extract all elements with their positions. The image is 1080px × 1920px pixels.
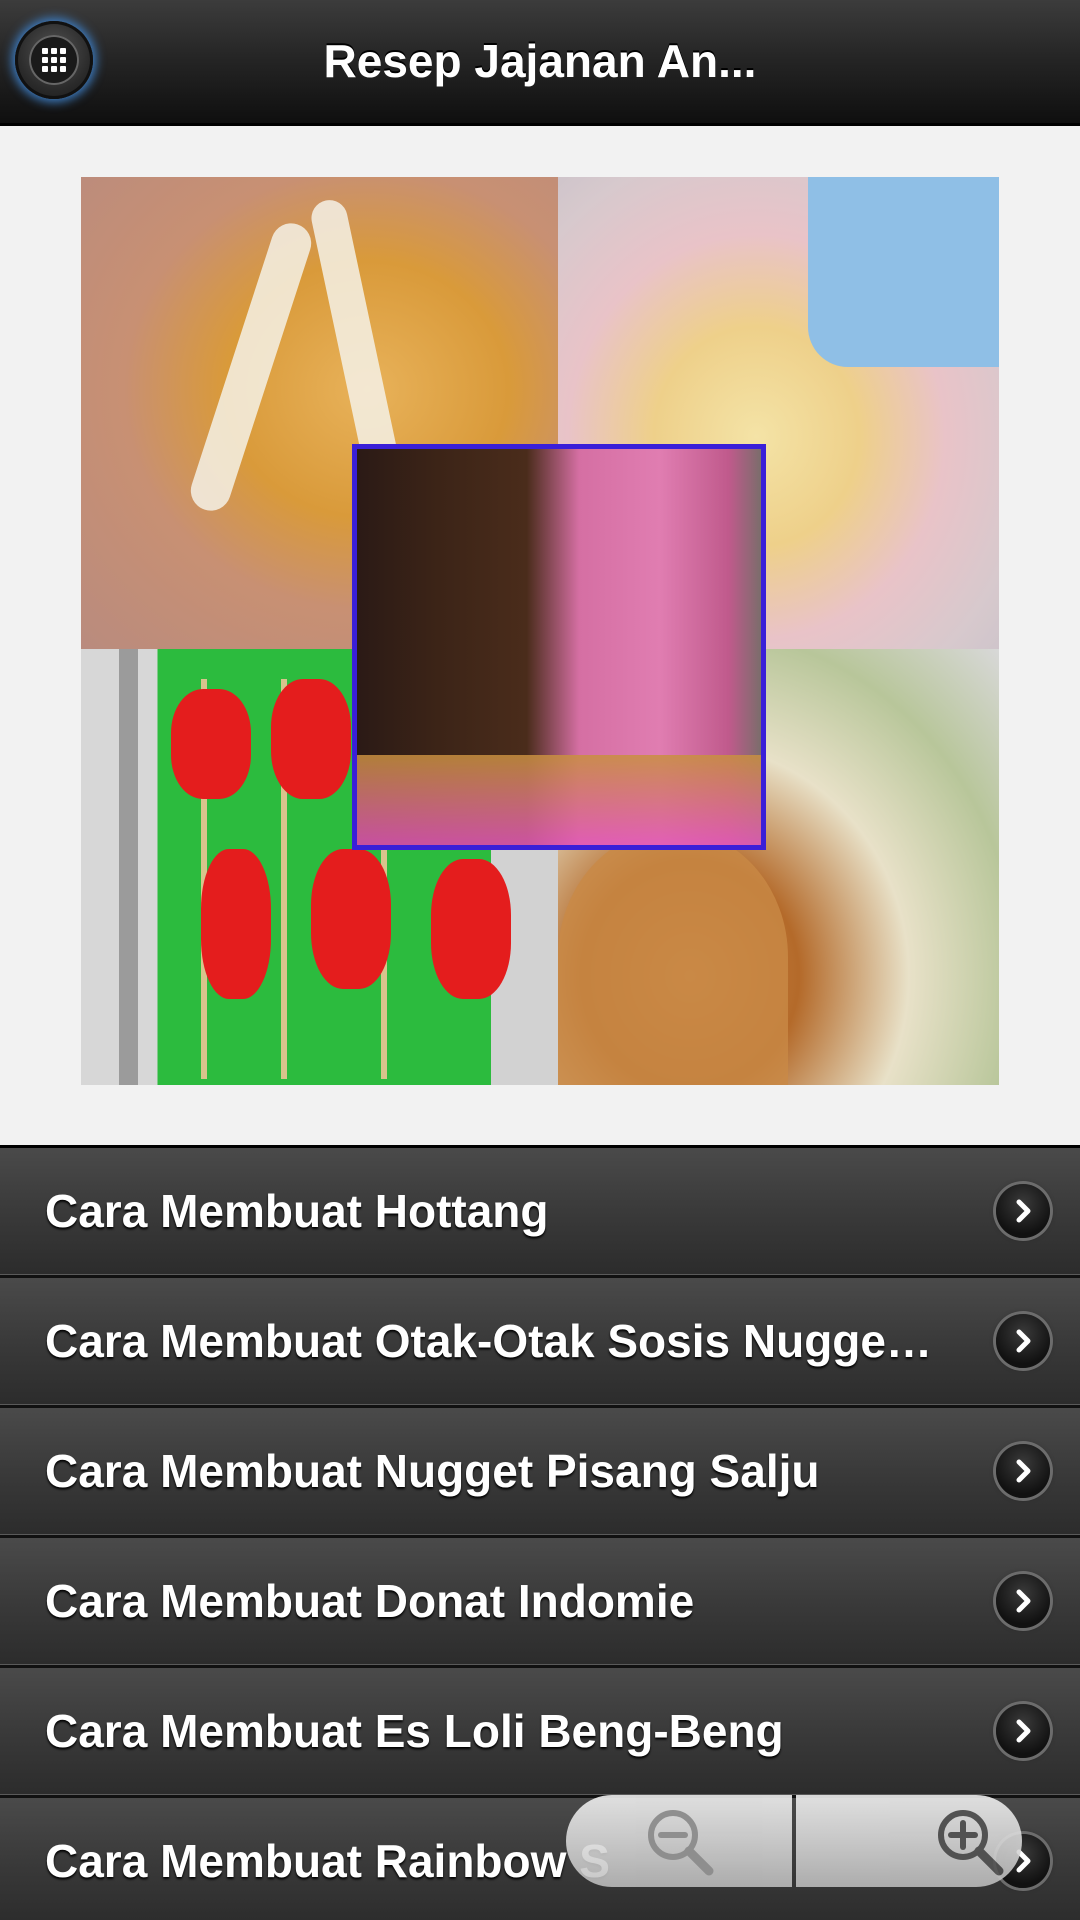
list-item-label: Cara Membuat Hottang xyxy=(45,1185,549,1237)
list-item-label: Cara Membuat Donat Indomie xyxy=(45,1575,695,1627)
list-item-es-loli[interactable]: Cara Membuat Es Loli Beng-Beng xyxy=(0,1665,1080,1795)
zoom-in-button[interactable] xyxy=(796,1795,1022,1887)
food-collage-image xyxy=(81,177,999,1085)
header-bar: Resep Jajanan An... xyxy=(0,0,1080,126)
zoom-out-button[interactable] xyxy=(566,1795,792,1887)
list-item-label: Cara Membuat Es Loli Beng-Beng xyxy=(45,1705,784,1757)
page-title: Resep Jajanan An... xyxy=(323,35,757,87)
list-item-donat-indomie[interactable]: Cara Membuat Donat Indomie xyxy=(0,1535,1080,1665)
chevron-right-icon xyxy=(996,1184,1050,1238)
grid-menu-icon xyxy=(29,35,79,85)
menu-button[interactable] xyxy=(15,21,93,99)
zoom-out-icon xyxy=(648,1810,714,1876)
pisang-photo-highlight xyxy=(352,444,766,850)
list-item-otak-otak[interactable]: Cara Membuat Otak-Otak Sosis Nugget ... xyxy=(0,1275,1080,1405)
zoom-controls xyxy=(566,1795,1022,1887)
chevron-right-icon xyxy=(996,1444,1050,1498)
chevron-right-icon xyxy=(996,1314,1050,1368)
app-screen: Resep Jajanan An... Cara Membuat Hottang… xyxy=(0,0,1080,1920)
list-item-label: Cara Membuat Nugget Pisang Salju xyxy=(45,1445,820,1497)
chevron-right-icon xyxy=(996,1704,1050,1758)
zoom-in-icon xyxy=(938,1810,1004,1876)
chevron-right-icon xyxy=(996,1574,1050,1628)
list-item-nugget-pisang[interactable]: Cara Membuat Nugget Pisang Salju xyxy=(0,1405,1080,1535)
list-item-label: Cara Membuat Otak-Otak Sosis Nugget ... xyxy=(45,1315,945,1367)
list-item-hottang[interactable]: Cara Membuat Hottang xyxy=(0,1145,1080,1275)
